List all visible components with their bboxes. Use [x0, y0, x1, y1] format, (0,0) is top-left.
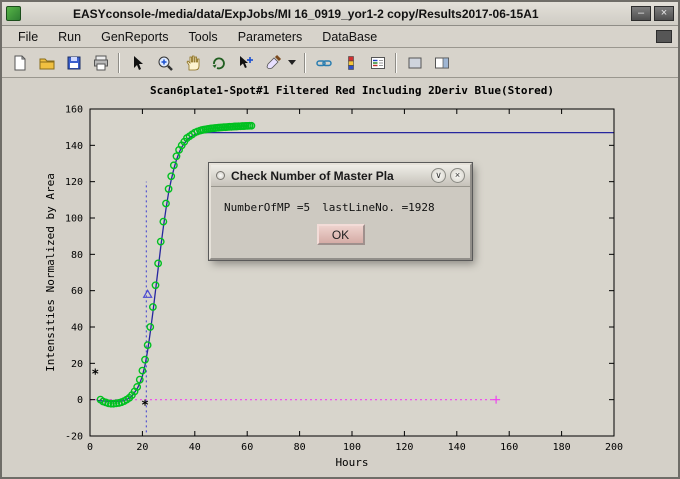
dialog-close-button[interactable]: × [450, 168, 465, 183]
rotate-3d-button[interactable] [206, 50, 231, 75]
dialog-message-numberofmp: NumberOfMP =5 [224, 201, 310, 214]
save-icon [65, 54, 83, 72]
svg-text:80: 80 [294, 442, 306, 453]
menubar: File Run GenReports Tools Parameters Dat… [2, 26, 678, 48]
edit-arrow-button[interactable] [125, 50, 150, 75]
close-button[interactable]: × [654, 6, 674, 21]
dialog-titlebar[interactable]: Check Number of Master Pla ∨ × [211, 165, 470, 187]
svg-text:0: 0 [87, 442, 93, 453]
svg-text:180: 180 [553, 442, 571, 453]
app-icon [6, 6, 21, 21]
svg-text:120: 120 [65, 177, 83, 188]
ok-button[interactable]: OK [317, 224, 365, 245]
svg-text:-20: -20 [65, 432, 83, 443]
insert-colorbar-icon [342, 54, 360, 72]
svg-text:160: 160 [500, 442, 518, 453]
svg-text:Scan6plate1-Spot#1 Filtered Re: Scan6plate1-Spot#1 Filtered Red Includin… [150, 84, 554, 97]
menu-parameters[interactable]: Parameters [228, 28, 313, 46]
show-plot-tools-button[interactable] [429, 50, 454, 75]
menu-tools[interactable]: Tools [179, 28, 228, 46]
svg-text:0: 0 [77, 395, 83, 406]
svg-text:Hours: Hours [335, 456, 368, 469]
svg-text:Intensities Normalized by Area: Intensities Normalized by Area [44, 173, 57, 372]
menubar-corner-icon[interactable] [656, 30, 672, 43]
menu-file[interactable]: File [8, 28, 48, 46]
toolbar-separator [395, 53, 397, 73]
chevron-down-icon [288, 60, 296, 65]
pan-hand-icon [183, 54, 201, 72]
brush-dropdown-button[interactable] [286, 50, 298, 75]
svg-text:160: 160 [65, 105, 83, 116]
menu-genreports[interactable]: GenReports [91, 28, 178, 46]
print-icon [92, 54, 110, 72]
zoom-in-button[interactable] [152, 50, 177, 75]
toolbar-separator [118, 53, 120, 73]
svg-text:*: * [91, 368, 99, 383]
brush-icon [264, 54, 282, 72]
open-folder-icon [38, 54, 56, 72]
hide-plot-tools-button[interactable] [402, 50, 427, 75]
window-title: EASYconsole-/media/data/ExpJobs/MI 16_09… [73, 7, 628, 21]
svg-text:100: 100 [65, 214, 83, 225]
plot-canvas[interactable]: * * 0 20 40 60 80 100 120 140 160 180 200 -20 0 20 40 60 8… [2, 78, 678, 477]
data-cursor-button[interactable] [233, 50, 258, 75]
check-master-plates-dialog: Check Number of Master Pla ∨ × NumberOfM… [209, 163, 472, 260]
insert-legend-icon [369, 54, 387, 72]
show-plot-tools-icon [433, 54, 451, 72]
dialog-message: NumberOfMP =5 lastLineNo. =1928 [224, 201, 457, 214]
edit-arrow-icon [129, 54, 147, 72]
svg-text:200: 200 [605, 442, 623, 453]
minimize-button[interactable]: – [631, 6, 651, 21]
new-document-icon [11, 54, 29, 72]
rotate-3d-icon [210, 54, 228, 72]
zoom-in-icon [156, 54, 174, 72]
svg-text:60: 60 [71, 286, 83, 297]
svg-text:80: 80 [71, 250, 83, 261]
link-plots-icon [315, 54, 333, 72]
insert-legend-button[interactable] [365, 50, 390, 75]
svg-text:40: 40 [189, 442, 201, 453]
svg-text:40: 40 [71, 323, 83, 334]
svg-text:20: 20 [71, 359, 83, 370]
dialog-shade-button[interactable]: ∨ [431, 168, 446, 183]
figure-toolbar [2, 48, 678, 78]
print-button[interactable] [88, 50, 113, 75]
dialog-body: NumberOfMP =5 lastLineNo. =1928 OK [211, 187, 470, 245]
hide-plot-tools-icon [406, 54, 424, 72]
svg-text:20: 20 [136, 442, 148, 453]
new-document-button[interactable] [7, 50, 32, 75]
dialog-icon [216, 171, 225, 180]
svg-text:140: 140 [65, 141, 83, 152]
menu-run[interactable]: Run [48, 28, 91, 46]
dialog-message-lastline: lastLineNo. =1928 [322, 201, 435, 214]
figure-area: * * 0 20 40 60 80 100 120 140 160 180 200 -20 0 20 40 60 8… [2, 78, 678, 477]
dialog-title: Check Number of Master Pla [231, 169, 427, 183]
svg-text:120: 120 [395, 442, 413, 453]
menu-database[interactable]: DataBase [312, 28, 387, 46]
open-folder-button[interactable] [34, 50, 59, 75]
insert-colorbar-button[interactable] [338, 50, 363, 75]
link-plots-button[interactable] [311, 50, 336, 75]
app-window: EASYconsole-/media/data/ExpJobs/MI 16_09… [0, 0, 680, 479]
svg-text:*: * [141, 399, 149, 414]
svg-text:100: 100 [343, 442, 361, 453]
svg-text:140: 140 [448, 442, 466, 453]
pan-hand-button[interactable] [179, 50, 204, 75]
window-titlebar[interactable]: EASYconsole-/media/data/ExpJobs/MI 16_09… [2, 2, 678, 26]
brush-button[interactable] [260, 50, 285, 75]
toolbar-separator [304, 53, 306, 73]
save-button[interactable] [61, 50, 86, 75]
svg-text:60: 60 [241, 442, 253, 453]
data-cursor-icon [237, 54, 255, 72]
